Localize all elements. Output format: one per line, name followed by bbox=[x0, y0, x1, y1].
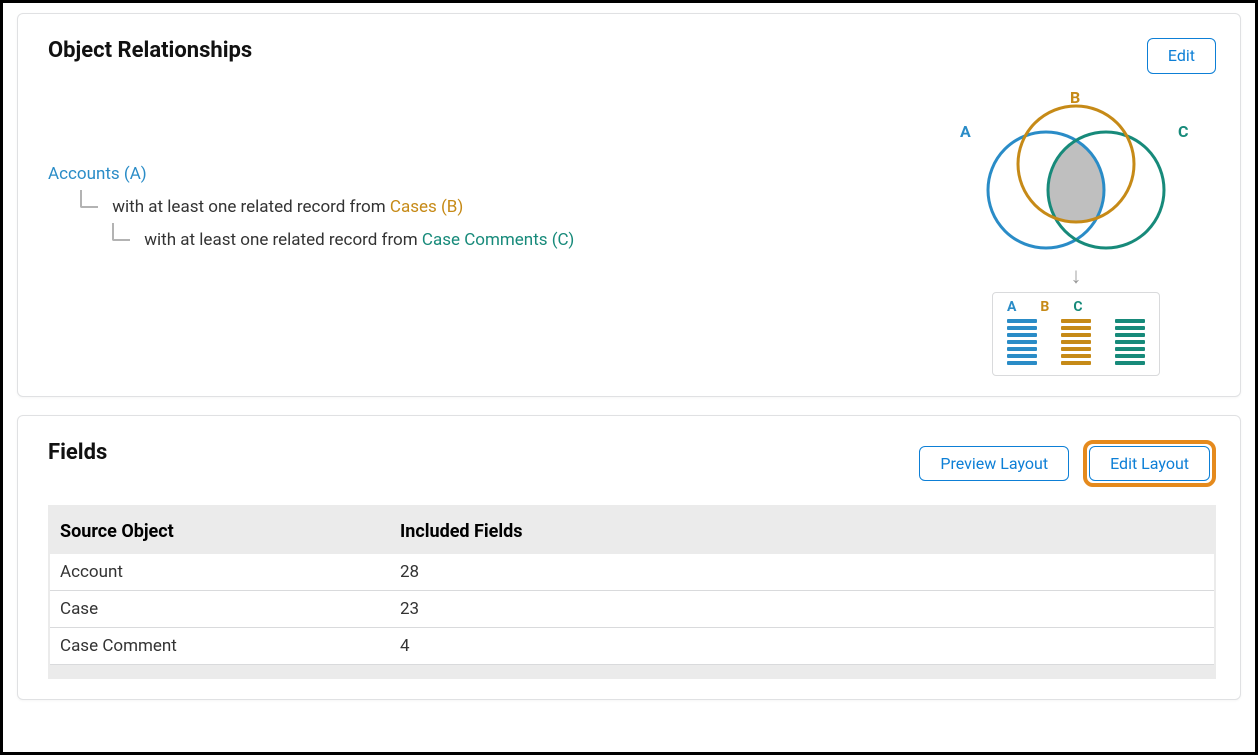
tree-lvl1-prefix: with at least one related record from bbox=[112, 197, 390, 217]
mini-head-c: C bbox=[1073, 299, 1082, 315]
table-row: Account 28 bbox=[50, 554, 1214, 591]
cell-source: Account bbox=[60, 562, 400, 582]
cell-included: 23 bbox=[400, 599, 1204, 619]
col-included-header: Included Fields bbox=[400, 521, 1204, 542]
stripes-a-icon bbox=[1007, 319, 1037, 365]
object-relationships-body: Accounts (A) with at least one related r… bbox=[48, 94, 1216, 376]
tree-lvl1-link[interactable]: Cases (B) bbox=[390, 197, 463, 217]
mini-table-icon: A B C bbox=[992, 292, 1160, 376]
stripes-b-icon bbox=[1061, 319, 1091, 365]
edit-button[interactable]: Edit bbox=[1147, 38, 1216, 74]
cell-source: Case bbox=[60, 599, 400, 619]
tree-lvl2-link[interactable]: Case Comments (C) bbox=[422, 230, 574, 250]
fields-table-head: Source Object Included Fields bbox=[50, 507, 1214, 554]
venn-label-b: B bbox=[1070, 88, 1080, 107]
tree-elbow-icon bbox=[112, 223, 130, 241]
table-row: Case 23 bbox=[50, 591, 1214, 628]
object-relationships-card: Object Relationships Edit Accounts (A) w… bbox=[17, 13, 1241, 397]
mini-head-b: B bbox=[1040, 299, 1049, 315]
cell-included: 28 bbox=[400, 562, 1204, 582]
tree-elbow-icon bbox=[80, 190, 98, 208]
fields-actions: Preview Layout Edit Layout bbox=[919, 440, 1216, 488]
tree-lvl2-prefix: with at least one related record from bbox=[144, 230, 422, 250]
stripes-c-icon bbox=[1115, 319, 1145, 365]
tree-root-link[interactable]: Accounts (A) bbox=[48, 164, 147, 184]
preview-layout-button[interactable]: Preview Layout bbox=[919, 446, 1069, 482]
venn-svg-icon bbox=[956, 94, 1196, 264]
fields-header: Fields Preview Layout Edit Layout bbox=[48, 440, 1216, 488]
fields-table: Source Object Included Fields Account 28… bbox=[48, 505, 1216, 679]
tree-level-1: with at least one related record from Ca… bbox=[80, 194, 896, 217]
fields-card: Fields Preview Layout Edit Layout Source… bbox=[17, 415, 1241, 701]
edit-layout-button[interactable]: Edit Layout bbox=[1089, 446, 1210, 482]
table-row: Case Comment 4 bbox=[50, 628, 1214, 665]
fields-title: Fields bbox=[48, 440, 107, 465]
tree-level-2: with at least one related record from Ca… bbox=[112, 227, 896, 250]
relationship-tree: Accounts (A) with at least one related r… bbox=[48, 94, 896, 376]
edit-layout-highlight: Edit Layout bbox=[1083, 440, 1216, 488]
venn-label-a: A bbox=[960, 122, 971, 141]
cell-included: 4 bbox=[400, 636, 1204, 656]
object-relationships-title: Object Relationships bbox=[48, 38, 252, 63]
mini-head-a: A bbox=[1007, 299, 1016, 315]
col-source-header: Source Object bbox=[60, 521, 400, 542]
venn-diagram: B A C ↓ bbox=[936, 94, 1216, 376]
object-relationships-header: Object Relationships Edit bbox=[48, 38, 1216, 74]
arrow-down-icon: ↓ bbox=[936, 266, 1216, 288]
venn-label-c: C bbox=[1178, 122, 1188, 141]
cell-source: Case Comment bbox=[60, 636, 400, 656]
